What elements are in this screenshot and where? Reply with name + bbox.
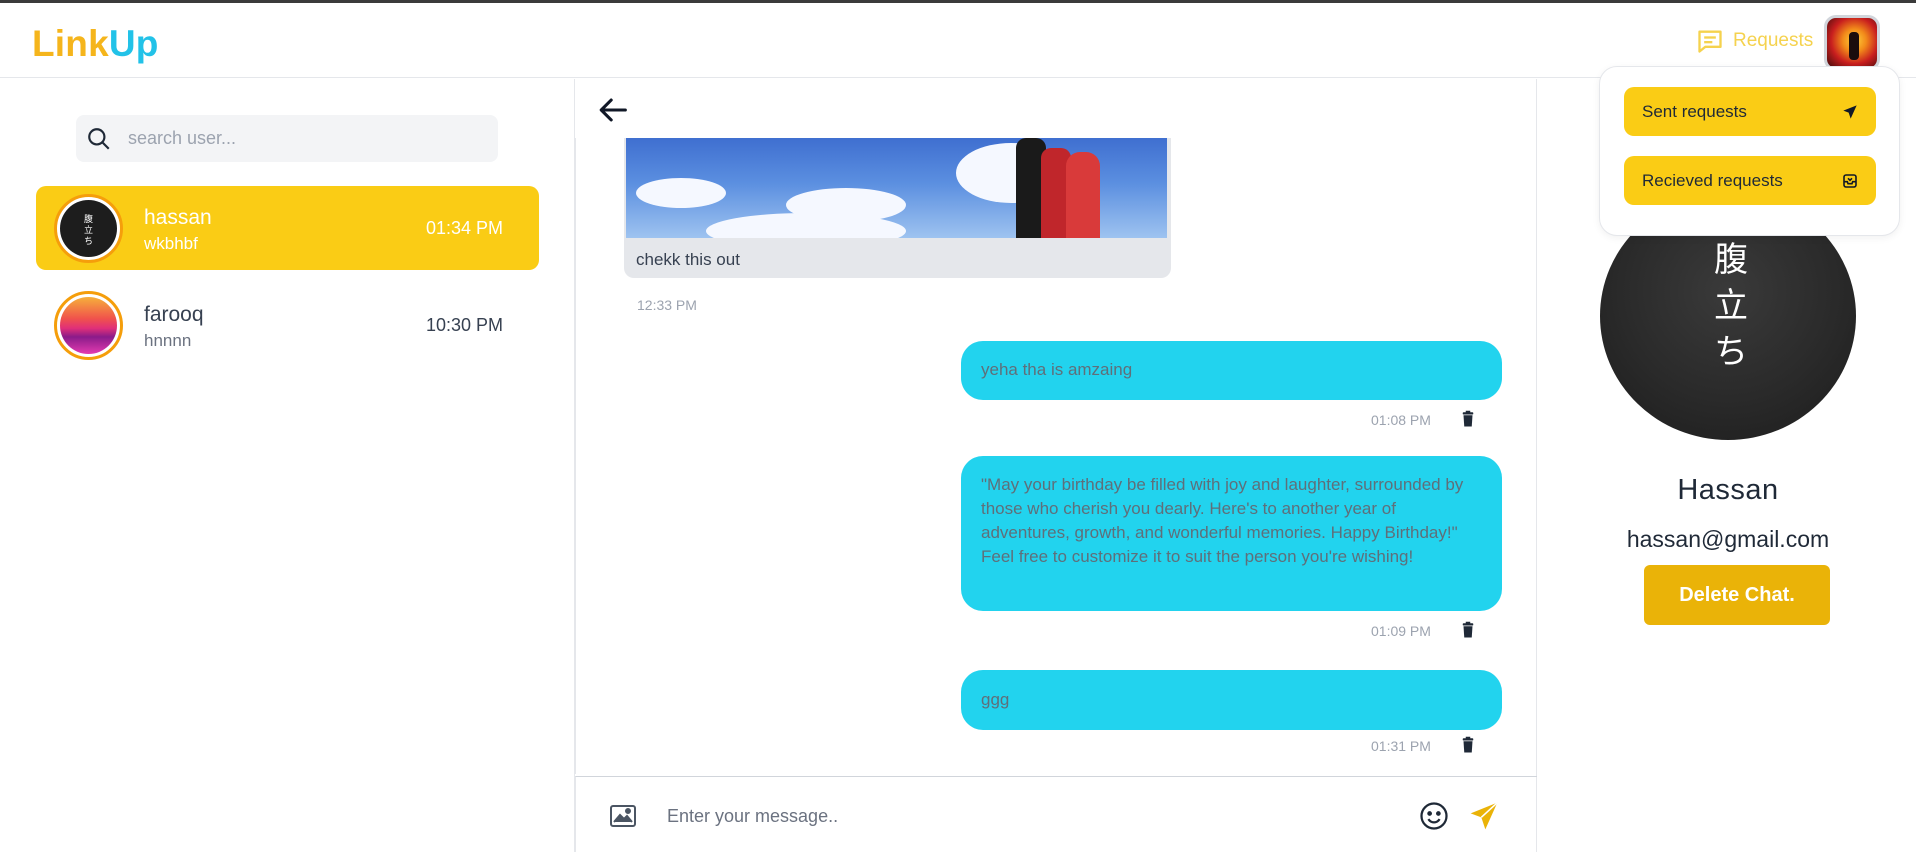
kanji-char: 立 [1714, 286, 1748, 326]
contact-item-hassan[interactable]: 腹 立 ち hassan wkbhbf 01:34 PM [36, 186, 539, 270]
message-time: 12:33 PM [637, 297, 697, 313]
contact-last-message: wkbhbf [144, 234, 198, 253]
requests-label: Requests [1733, 30, 1814, 51]
avatar-kanji: 腹 立 ち [1714, 237, 1748, 375]
contact-last-message: hnnnn [144, 331, 192, 350]
shared-image[interactable] [626, 138, 1167, 238]
logo-text-link: Link [32, 23, 109, 64]
search-input[interactable] [128, 128, 488, 149]
message-time: 01:09 PM [1371, 623, 1431, 639]
contact-name: farooq [144, 303, 204, 326]
message-time: 01:08 PM [1371, 412, 1431, 428]
search-box [76, 115, 498, 162]
kanji-char: ち [1714, 332, 1748, 372]
image-message: chekk this out [624, 138, 1171, 278]
cloud-shape [636, 178, 726, 208]
contact-time: 01:34 PM [425, 218, 503, 238]
message-composer [575, 776, 1537, 852]
app-logo[interactable]: LinkUp [32, 23, 159, 65]
trash-icon[interactable] [1459, 621, 1477, 639]
contact-avatar-ring [54, 291, 123, 360]
profile-name: Hassan [1677, 474, 1779, 506]
message-text: yeha tha is amzaing [981, 360, 1133, 379]
avatar [60, 297, 117, 354]
user-avatar[interactable] [1824, 15, 1880, 71]
kanji-char: 腹 [1714, 240, 1748, 280]
message-list[interactable]: chekk this out 12:33 PM yeha tha is amza… [575, 138, 1537, 774]
message-input[interactable] [667, 799, 1367, 833]
contact-name: hassan [144, 206, 212, 229]
chat-bubble-icon [1698, 30, 1722, 53]
requests-dropdown: Sent requests Recieved requests [1599, 66, 1900, 236]
sent-requests-label: Sent requests [1642, 101, 1747, 121]
search-icon [88, 127, 110, 150]
contact-avatar-ring: 腹 立 ち [54, 194, 123, 263]
contacts-sidebar: 腹 立 ち hassan wkbhbf 01:34 PM farooq hnnn… [0, 79, 575, 852]
chat-panel: chekk this out 12:33 PM yeha tha is amza… [575, 79, 1537, 852]
emoji-icon[interactable] [1419, 801, 1449, 831]
received-requests-item[interactable]: Recieved requests [1624, 156, 1876, 205]
back-arrow-icon[interactable] [597, 93, 631, 127]
delete-chat-button[interactable]: Delete Chat. [1644, 565, 1830, 625]
image-caption: chekk this out [636, 250, 740, 269]
avatar-kanji-text: 腹 立 ち [83, 214, 93, 246]
avatar: 腹 立 ち [60, 200, 117, 257]
character-figure [1066, 152, 1100, 238]
contact-time: 10:30 PM [425, 315, 503, 335]
outgoing-message: yeha tha is amzaing [961, 341, 1502, 400]
paper-plane-icon [1843, 104, 1857, 119]
message-time: 01:31 PM [1371, 738, 1431, 754]
requests-button[interactable]: Requests [1696, 27, 1813, 55]
outgoing-message: "May your birthday be filled with joy an… [961, 456, 1502, 611]
message-text: ggg [981, 690, 1010, 709]
trash-icon[interactable] [1459, 410, 1477, 428]
sent-requests-item[interactable]: Sent requests [1624, 87, 1876, 136]
image-attach-icon[interactable] [610, 805, 636, 827]
received-requests-label: Recieved requests [1642, 170, 1783, 190]
contact-item-farooq[interactable]: farooq hnnnn 10:30 PM [36, 283, 539, 367]
profile-email: hassan@gmail.com [1626, 526, 1830, 552]
outgoing-message: ggg [961, 670, 1502, 730]
logo-text-up: Up [108, 23, 159, 64]
trash-icon[interactable] [1459, 736, 1477, 754]
avatar-figure [1849, 32, 1859, 60]
message-text: "May your birthday be filled with joy an… [981, 475, 1464, 566]
send-icon[interactable] [1468, 800, 1500, 832]
inbox-icon [1843, 173, 1857, 188]
